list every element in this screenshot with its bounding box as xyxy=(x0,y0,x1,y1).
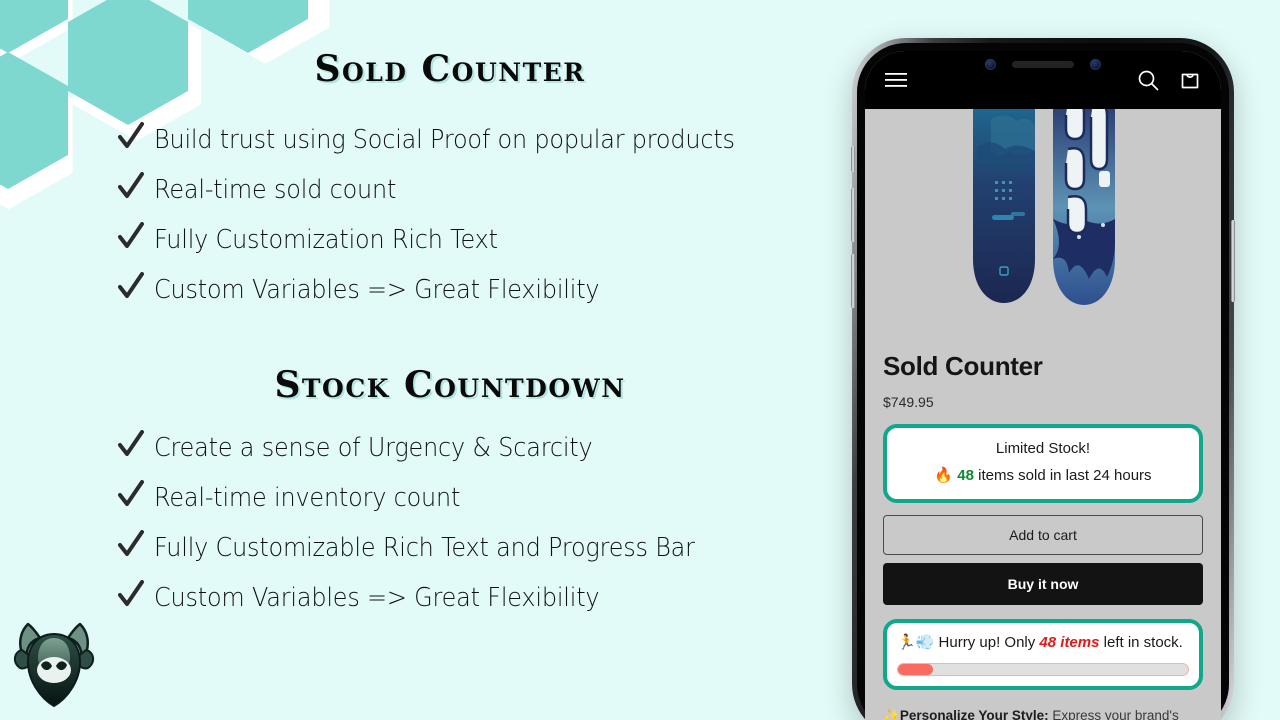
feature-content-panel: Sold Counter Build trust using Social Pr… xyxy=(0,0,845,720)
stock-countdown-feature-list: Create a sense of Urgency & Scarcity Rea… xyxy=(118,426,838,626)
hamburger-menu-icon[interactable] xyxy=(883,67,909,93)
checkmark-icon xyxy=(118,480,144,510)
product-details: Sold Counter $749.95 Limited Stock! 🔥 48… xyxy=(865,337,1221,720)
add-to-cart-button[interactable]: Add to cart xyxy=(883,515,1203,555)
product-hero-image[interactable] xyxy=(865,109,1221,337)
list-item-label: Create a sense of Urgency & Scarcity xyxy=(154,433,593,463)
runner-icon: 🏃 xyxy=(897,633,916,651)
list-item-label: Fully Customization Rich Text xyxy=(154,225,498,255)
checkmark-icon xyxy=(118,430,144,460)
sparkles-icon: ✨ xyxy=(883,707,900,720)
list-item: Create a sense of Urgency & Scarcity xyxy=(118,426,838,476)
store-topbar xyxy=(865,51,1221,109)
sold-counter-headline: Limited Stock! xyxy=(995,440,1091,457)
list-item: Custom Variables => Great Flexibility xyxy=(118,268,838,318)
list-item-label: Real-time sold count xyxy=(154,175,397,205)
shopping-bag-icon[interactable] xyxy=(1177,67,1203,93)
stock-progress-bar xyxy=(897,662,1189,676)
stock-countdown-heading: Stock Countdown xyxy=(274,364,626,406)
fire-icon: 🔥 xyxy=(934,465,954,484)
checkmark-icon xyxy=(118,530,144,560)
stock-progress-fill xyxy=(898,663,933,675)
list-item: Custom Variables => Great Flexibility xyxy=(118,576,838,626)
sold-counter-widget: Limited Stock! 🔥 48 items sold in last 2… xyxy=(883,424,1203,503)
sold-counter-heading: Sold Counter xyxy=(314,48,586,90)
checkmark-icon xyxy=(118,272,144,302)
topbar-actions xyxy=(1135,67,1203,93)
list-item: Fully Customizable Rich Text and Progres… xyxy=(118,526,838,576)
checkmark-icon xyxy=(118,172,144,202)
stock-countdown-prefix: Hurry up! Only xyxy=(938,634,1036,651)
stock-countdown-message: 🏃💨 Hurry up! Only 48 items left in stock… xyxy=(897,632,1189,654)
phone-mute-switch[interactable] xyxy=(851,146,855,172)
list-item: Real-time inventory count xyxy=(118,476,838,526)
sold-counter-suffix: items sold in last 24 hours xyxy=(978,466,1152,484)
list-item: Fully Customization Rich Text xyxy=(118,218,838,268)
list-item: Real-time sold count xyxy=(118,168,838,218)
sold-counter-count: 48 xyxy=(957,466,974,484)
phone-volume-up-button[interactable] xyxy=(851,188,855,242)
stock-countdown-widget: 🏃💨 Hurry up! Only 48 items left in stock… xyxy=(883,619,1203,690)
description-heading: Personalize Your Style: xyxy=(899,707,1049,720)
stock-countdown-count: 48 items xyxy=(1039,634,1100,651)
face-sensor-icon xyxy=(1090,58,1101,70)
sold-counter-feature-list: Build trust using Social Proof on popula… xyxy=(118,118,838,318)
earpiece-speaker xyxy=(1012,60,1074,68)
phone-power-button[interactable] xyxy=(1231,220,1235,302)
sold-counter-message: 🔥 48 items sold in last 24 hours xyxy=(895,464,1191,488)
list-item-label: Fully Customizable Rich Text and Progres… xyxy=(154,533,695,563)
phone-notch xyxy=(948,51,1138,77)
list-item-label: Custom Variables => Great Flexibility xyxy=(154,275,600,305)
list-item-label: Real-time inventory count xyxy=(154,483,461,513)
list-item: Build trust using Social Proof on popula… xyxy=(118,118,838,168)
checkmark-icon xyxy=(118,122,144,152)
dash-icon: 💨 xyxy=(915,633,935,651)
bull-mascot-logo-icon xyxy=(8,612,100,708)
search-icon[interactable] xyxy=(1135,67,1161,93)
product-price: $749.95 xyxy=(883,394,934,410)
checkmark-icon xyxy=(118,580,144,610)
product-title: Sold Counter xyxy=(883,351,1043,381)
phone-screen: Sold Counter $749.95 Limited Stock! 🔥 48… xyxy=(865,51,1221,720)
phone-mockup: Sold Counter $749.95 Limited Stock! 🔥 48… xyxy=(851,38,1235,720)
snowboard-illustration xyxy=(865,109,1221,337)
list-item-label: Build trust using Social Proof on popula… xyxy=(154,125,735,155)
product-description: ✨Personalize Your Style: Express your br… xyxy=(883,704,1203,720)
list-item-label: Custom Variables => Great Flexibility xyxy=(154,583,600,613)
front-camera-icon xyxy=(985,58,996,70)
buy-it-now-button[interactable]: Buy it now xyxy=(883,563,1203,605)
checkmark-icon xyxy=(118,222,144,252)
stock-countdown-suffix: left in stock. xyxy=(1103,634,1183,651)
phone-volume-down-button[interactable] xyxy=(851,254,855,308)
